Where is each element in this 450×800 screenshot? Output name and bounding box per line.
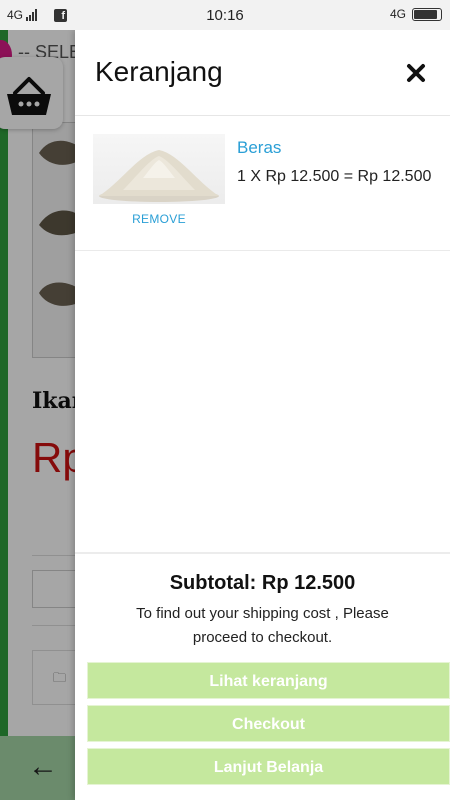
remove-item-link[interactable]: REMOVE xyxy=(93,212,225,226)
shipping-note: To find out your shipping cost , Please … xyxy=(136,605,389,646)
rice-image xyxy=(99,150,219,202)
item-name-link[interactable]: Beras xyxy=(237,138,281,158)
drawer-header: Keranjang xyxy=(75,30,450,116)
cart-item: REMOVE Beras 1 X Rp 12.500 = Rp 12.500 xyxy=(75,116,450,251)
item-thumbnail xyxy=(93,134,225,204)
view-cart-button[interactable]: Lihat keranjang xyxy=(87,662,450,699)
item-quantity-price: 1 X Rp 12.500 = Rp 12.500 xyxy=(237,168,432,185)
close-button[interactable] xyxy=(401,58,431,88)
cart-drawer: Keranjang REMOVE Beras 1 X Rp 12.500 = R… xyxy=(75,30,450,800)
cart-footer: Subtotal: Rp 12.500 To find out your shi… xyxy=(75,552,450,800)
status-time: 10:16 xyxy=(206,7,244,24)
status-right: 4G xyxy=(390,7,442,21)
continue-shopping-button[interactable]: Lanjut Belanja xyxy=(87,748,450,785)
battery-icon xyxy=(412,7,442,21)
network-type-right: 4G xyxy=(389,7,406,21)
checkout-button[interactable]: Checkout xyxy=(87,705,450,742)
subtotal: Subtotal: Rp 12.500 xyxy=(169,572,356,594)
close-icon xyxy=(407,64,425,82)
status-bar: 4G f 10:16 4G xyxy=(0,0,450,30)
drawer-title: Keranjang xyxy=(95,56,223,87)
